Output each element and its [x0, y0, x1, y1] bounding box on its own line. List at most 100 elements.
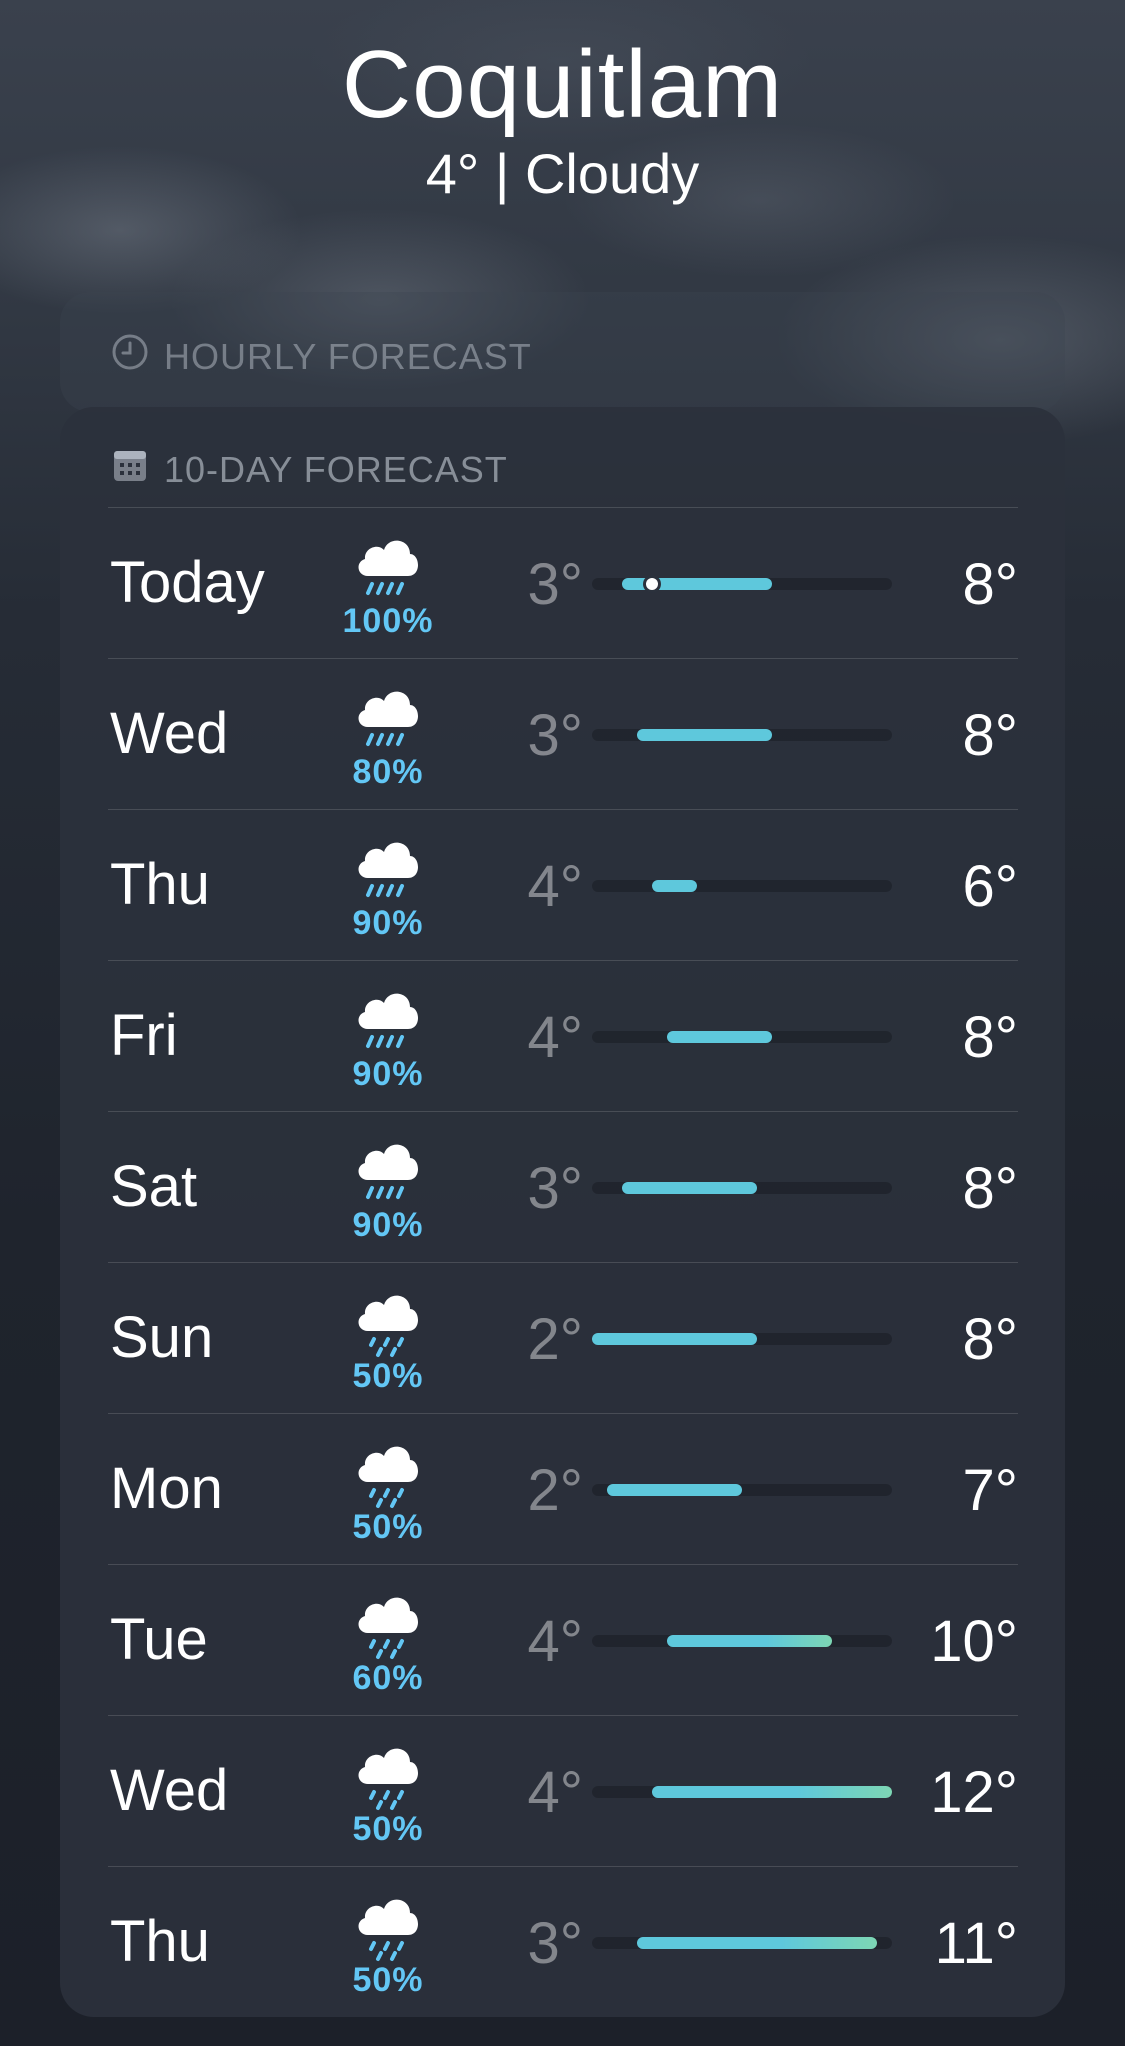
condition: 80% [328, 675, 448, 791]
temperature-range-fill [637, 729, 772, 741]
forecast-row[interactable]: Tue 60% 4° 10° [108, 1564, 1018, 1715]
temperature-range-bar [592, 1786, 892, 1798]
location-header: Coquitlam 4° | Cloudy [0, 30, 1125, 206]
precipitation-chance: 50% [352, 1961, 424, 1999]
high-temp: 8° [962, 1156, 1018, 1221]
low-temp: 4° [527, 854, 583, 919]
temperature-range-bar [592, 1031, 892, 1043]
low-temp: 4° [527, 1005, 583, 1070]
condition: 50% [328, 1430, 448, 1546]
current-conditions: 4° | Cloudy [425, 142, 700, 205]
forecast-day: Fri [110, 1003, 178, 1068]
forecast-row[interactable]: Today 100% 3° 8° [108, 507, 1018, 658]
forecast-day: Wed [110, 1758, 229, 1823]
city-name: Coquitlam [341, 31, 784, 138]
high-temp: 7° [962, 1458, 1018, 1523]
low-temp: 4° [527, 1609, 583, 1674]
condition: 90% [328, 826, 448, 942]
condition: 50% [328, 1732, 448, 1848]
condition: 90% [328, 977, 448, 1093]
forecast-row[interactable]: Thu 50% 3° 11° [108, 1866, 1018, 2017]
temperature-range-fill [667, 1031, 772, 1043]
forecast-row[interactable]: Fri 90% 4° 8° [108, 960, 1018, 1111]
drizzle-cloud-icon [328, 1883, 448, 1963]
high-temp: 6° [962, 854, 1018, 919]
low-temp: 3° [527, 552, 583, 617]
low-temp: 2° [527, 1458, 583, 1523]
high-temp: 10° [930, 1609, 1018, 1674]
precipitation-chance: 80% [352, 753, 424, 791]
low-temp: 4° [527, 1760, 583, 1825]
high-temp: 12° [930, 1760, 1018, 1825]
temperature-range-fill [667, 1635, 832, 1647]
forecast-day: Tue [110, 1607, 208, 1672]
drizzle-cloud-icon [328, 1581, 448, 1661]
temperature-range-bar [592, 1484, 892, 1496]
hourly-forecast-title: HOURLY FORECAST [164, 335, 532, 377]
temperature-range-fill [652, 1786, 892, 1798]
precipitation-chance: 90% [352, 1206, 424, 1244]
precipitation-chance: 50% [352, 1508, 424, 1546]
drizzle-cloud-icon [328, 1279, 448, 1359]
current-temp-marker [646, 578, 658, 590]
high-temp: 8° [962, 703, 1018, 768]
temperature-range-fill [607, 1484, 742, 1496]
low-temp: 2° [527, 1307, 583, 1372]
forecast-row[interactable]: Sun 50% 2° 8° [108, 1262, 1018, 1413]
forecast-day: Thu [110, 1909, 210, 1974]
forecast-day: Thu [110, 852, 210, 917]
forecast-row[interactable]: Wed 50% 4° 12° [108, 1715, 1018, 1866]
ten-day-forecast-title: 10-DAY FORECAST [164, 448, 508, 490]
forecast-day: Sun [110, 1305, 214, 1370]
rain-cloud-icon [328, 524, 448, 604]
temperature-range-bar [592, 729, 892, 741]
temperature-range-bar [592, 1635, 892, 1647]
forecast-day: Mon [110, 1456, 223, 1521]
forecast-list: Today 100% 3° 8° Wed 80% 3° 8° Thu 90% 4° 6° Fri 90% 4… [108, 507, 1018, 2017]
temperature-range-fill [622, 578, 772, 590]
hourly-forecast-header: HOURLY FORECAST [110, 332, 532, 381]
rain-cloud-icon [328, 1128, 448, 1208]
condition: 90% [328, 1128, 448, 1244]
temperature-range-bar [592, 880, 892, 892]
calendar-icon [110, 445, 150, 494]
high-temp: 8° [962, 552, 1018, 617]
temperature-range-fill [622, 1182, 757, 1194]
precipitation-chance: 60% [352, 1659, 424, 1697]
clock-icon [110, 332, 150, 381]
forecast-row[interactable]: Sat 90% 3° 8° [108, 1111, 1018, 1262]
precipitation-chance: 90% [352, 1055, 424, 1093]
rain-cloud-icon [328, 977, 448, 1057]
condition: 60% [328, 1581, 448, 1697]
precipitation-chance: 90% [352, 904, 424, 942]
precipitation-chance: 50% [352, 1357, 424, 1395]
forecast-row[interactable]: Wed 80% 3° 8° [108, 658, 1018, 809]
temperature-range-bar [592, 1937, 892, 1949]
condition: 50% [328, 1883, 448, 1999]
hourly-forecast-card[interactable]: HOURLY FORECAST [60, 292, 1065, 412]
ten-day-forecast-card[interactable]: 10-DAY FORECAST Today 100% 3° 8° Wed 80% 3° 8° T… [60, 407, 1065, 2017]
precipitation-chance: 50% [352, 1810, 424, 1848]
temperature-range-bar [592, 1182, 892, 1194]
high-temp: 8° [962, 1307, 1018, 1372]
temperature-range-bar [592, 1333, 892, 1345]
condition: 100% [328, 524, 448, 640]
precipitation-chance: 100% [342, 602, 434, 640]
forecast-day: Today [110, 550, 265, 615]
condition: 50% [328, 1279, 448, 1395]
high-temp: 11° [934, 1911, 1018, 1976]
temperature-range-fill [592, 1333, 757, 1345]
forecast-day: Wed [110, 701, 229, 766]
forecast-row[interactable]: Mon 50% 2° 7° [108, 1413, 1018, 1564]
drizzle-cloud-icon [328, 1430, 448, 1510]
temperature-range-bar [592, 578, 892, 590]
high-temp: 8° [962, 1005, 1018, 1070]
temperature-range-fill [637, 1937, 877, 1949]
low-temp: 3° [527, 1156, 583, 1221]
forecast-row[interactable]: Thu 90% 4° 6° [108, 809, 1018, 960]
temperature-range-fill [652, 880, 697, 892]
drizzle-cloud-icon [328, 1732, 448, 1812]
ten-day-forecast-header: 10-DAY FORECAST [110, 445, 508, 494]
low-temp: 3° [527, 703, 583, 768]
low-temp: 3° [527, 1911, 583, 1976]
